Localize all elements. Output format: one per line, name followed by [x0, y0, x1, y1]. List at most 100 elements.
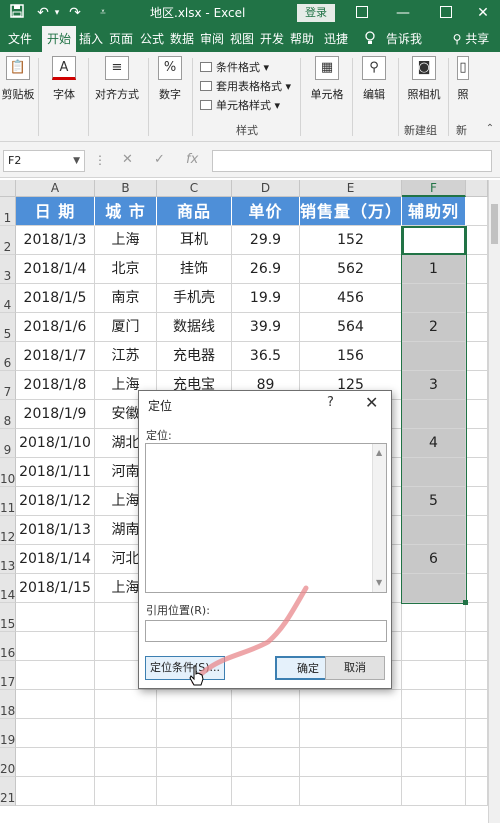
table-cell[interactable]	[466, 342, 488, 371]
tab-developer[interactable]: 开发	[258, 26, 286, 52]
table-cell[interactable]: 耳机	[157, 226, 232, 255]
helper-cell[interactable]: 5	[402, 487, 466, 516]
table-cell[interactable]	[232, 690, 300, 719]
table-cell[interactable]	[157, 719, 232, 748]
table-cell[interactable]: 2018/1/14	[16, 545, 95, 574]
row-header[interactable]: 3	[0, 255, 16, 284]
table-cell[interactable]	[232, 777, 300, 806]
table-cell[interactable]: 厦门	[95, 313, 157, 342]
editing-button[interactable]: ⚲ 编辑	[356, 56, 392, 102]
help-icon[interactable]: ?	[327, 395, 334, 410]
table-format-button[interactable]: 套用表格格式 ▾	[200, 79, 291, 95]
row-header[interactable]: 15	[0, 603, 16, 632]
table-cell[interactable]	[466, 632, 488, 661]
tab-data[interactable]: 数据	[168, 26, 196, 52]
table-cell[interactable]: 36.5	[232, 342, 300, 371]
table-cell[interactable]	[95, 748, 157, 777]
table-cell[interactable]	[300, 690, 402, 719]
table-cell[interactable]: 2018/1/9	[16, 400, 95, 429]
maximize-icon[interactable]	[440, 6, 452, 18]
helper-cell[interactable]	[402, 458, 466, 487]
row-header[interactable]: 1	[0, 197, 16, 226]
helper-cell[interactable]: 4	[402, 429, 466, 458]
table-cell[interactable]	[466, 690, 488, 719]
row-header[interactable]: 12	[0, 516, 16, 545]
tab-home[interactable]: 开始	[42, 26, 76, 52]
table-cell[interactable]	[95, 777, 157, 806]
table-cell[interactable]: 152	[300, 226, 402, 255]
table-cell[interactable]: 456	[300, 284, 402, 313]
helper-cell[interactable]: 3	[402, 371, 466, 400]
scroll-up-icon[interactable]: ▲	[376, 448, 382, 457]
table-cell[interactable]: 26.9	[232, 255, 300, 284]
table-cell[interactable]: 2018/1/5	[16, 284, 95, 313]
formula-bar-grip-icon[interactable]: ⋮	[94, 150, 106, 170]
table-cell[interactable]: 2018/1/6	[16, 313, 95, 342]
collapse-ribbon-icon[interactable]: ⌃	[484, 120, 496, 138]
tab-tell-me[interactable]: 告诉我	[382, 26, 426, 52]
table-cell[interactable]	[300, 748, 402, 777]
column-header-e[interactable]: E	[300, 180, 402, 197]
helper-cell[interactable]	[402, 516, 466, 545]
table-cell[interactable]	[157, 690, 232, 719]
close-icon[interactable]: ✕	[365, 393, 378, 412]
save-icon[interactable]	[8, 4, 26, 22]
row-header[interactable]: 19	[0, 719, 16, 748]
column-header-c[interactable]: C	[157, 180, 232, 197]
name-box[interactable]: F2 ▼	[3, 150, 85, 172]
table-cell[interactable]: 564	[300, 313, 402, 342]
table-cell[interactable]	[466, 429, 488, 458]
table-cell[interactable]	[402, 603, 466, 632]
table-cell[interactable]	[16, 690, 95, 719]
tab-formulas[interactable]: 公式	[138, 26, 166, 52]
table-cell[interactable]	[466, 371, 488, 400]
helper-cell[interactable]: 2	[402, 313, 466, 342]
cancel-button[interactable]: 取消	[325, 656, 385, 680]
close-icon[interactable]: ✕	[474, 4, 492, 22]
ribbon-display-icon[interactable]	[356, 6, 368, 18]
tab-file[interactable]: 文件	[2, 26, 38, 52]
table-cell[interactable]	[16, 632, 95, 661]
column-header-blank[interactable]	[466, 180, 488, 197]
table-cell[interactable]: 2018/1/8	[16, 371, 95, 400]
table-cell[interactable]: 数据线	[157, 313, 232, 342]
table-cell[interactable]: 2018/1/10	[16, 429, 95, 458]
table-cell[interactable]: 2018/1/4	[16, 255, 95, 284]
name-box-dropdown-icon[interactable]: ▼	[73, 151, 80, 171]
number-button[interactable]: % 数字	[154, 56, 186, 102]
table-cell[interactable]	[16, 719, 95, 748]
vertical-scrollbar-thumb[interactable]	[491, 204, 498, 244]
table-cell[interactable]	[232, 748, 300, 777]
scroll-down-icon[interactable]: ▼	[376, 578, 382, 587]
tab-xunjie[interactable]: 迅捷	[318, 26, 354, 52]
row-header[interactable]: 18	[0, 690, 16, 719]
table-cell[interactable]: 2018/1/13	[16, 516, 95, 545]
lightbulb-icon[interactable]	[362, 26, 378, 52]
table-cell[interactable]: 北京	[95, 255, 157, 284]
clipboard-button[interactable]: 📋 剪贴板	[0, 56, 36, 102]
font-button[interactable]: A 字体	[46, 56, 82, 102]
table-cell[interactable]	[466, 400, 488, 429]
table-cell[interactable]: 2018/1/12	[16, 487, 95, 516]
table-cell[interactable]: 手机壳	[157, 284, 232, 313]
table-cell[interactable]: 156	[300, 342, 402, 371]
cell-styles-button[interactable]: 单元格样式 ▾	[200, 98, 280, 114]
table-header-cell[interactable]: 辅助列	[402, 197, 466, 226]
column-header-d[interactable]: D	[232, 180, 300, 197]
redo-icon[interactable]: ↷	[66, 4, 84, 22]
helper-cell[interactable]	[402, 400, 466, 429]
row-header[interactable]: 10	[0, 458, 16, 487]
helper-cell[interactable]	[402, 284, 466, 313]
tab-help[interactable]: 帮助	[288, 26, 316, 52]
table-header-cell[interactable]: 商品	[157, 197, 232, 226]
table-cell[interactable]	[402, 690, 466, 719]
table-cell[interactable]	[16, 748, 95, 777]
table-cell[interactable]	[300, 777, 402, 806]
table-cell[interactable]	[402, 661, 466, 690]
row-header[interactable]: 9	[0, 429, 16, 458]
table-cell[interactable]: 挂饰	[157, 255, 232, 284]
table-cell[interactable]: 39.9	[232, 313, 300, 342]
confirm-entry-icon[interactable]: ✓	[154, 150, 165, 170]
table-cell[interactable]: 2018/1/7	[16, 342, 95, 371]
table-cell[interactable]	[466, 574, 488, 603]
